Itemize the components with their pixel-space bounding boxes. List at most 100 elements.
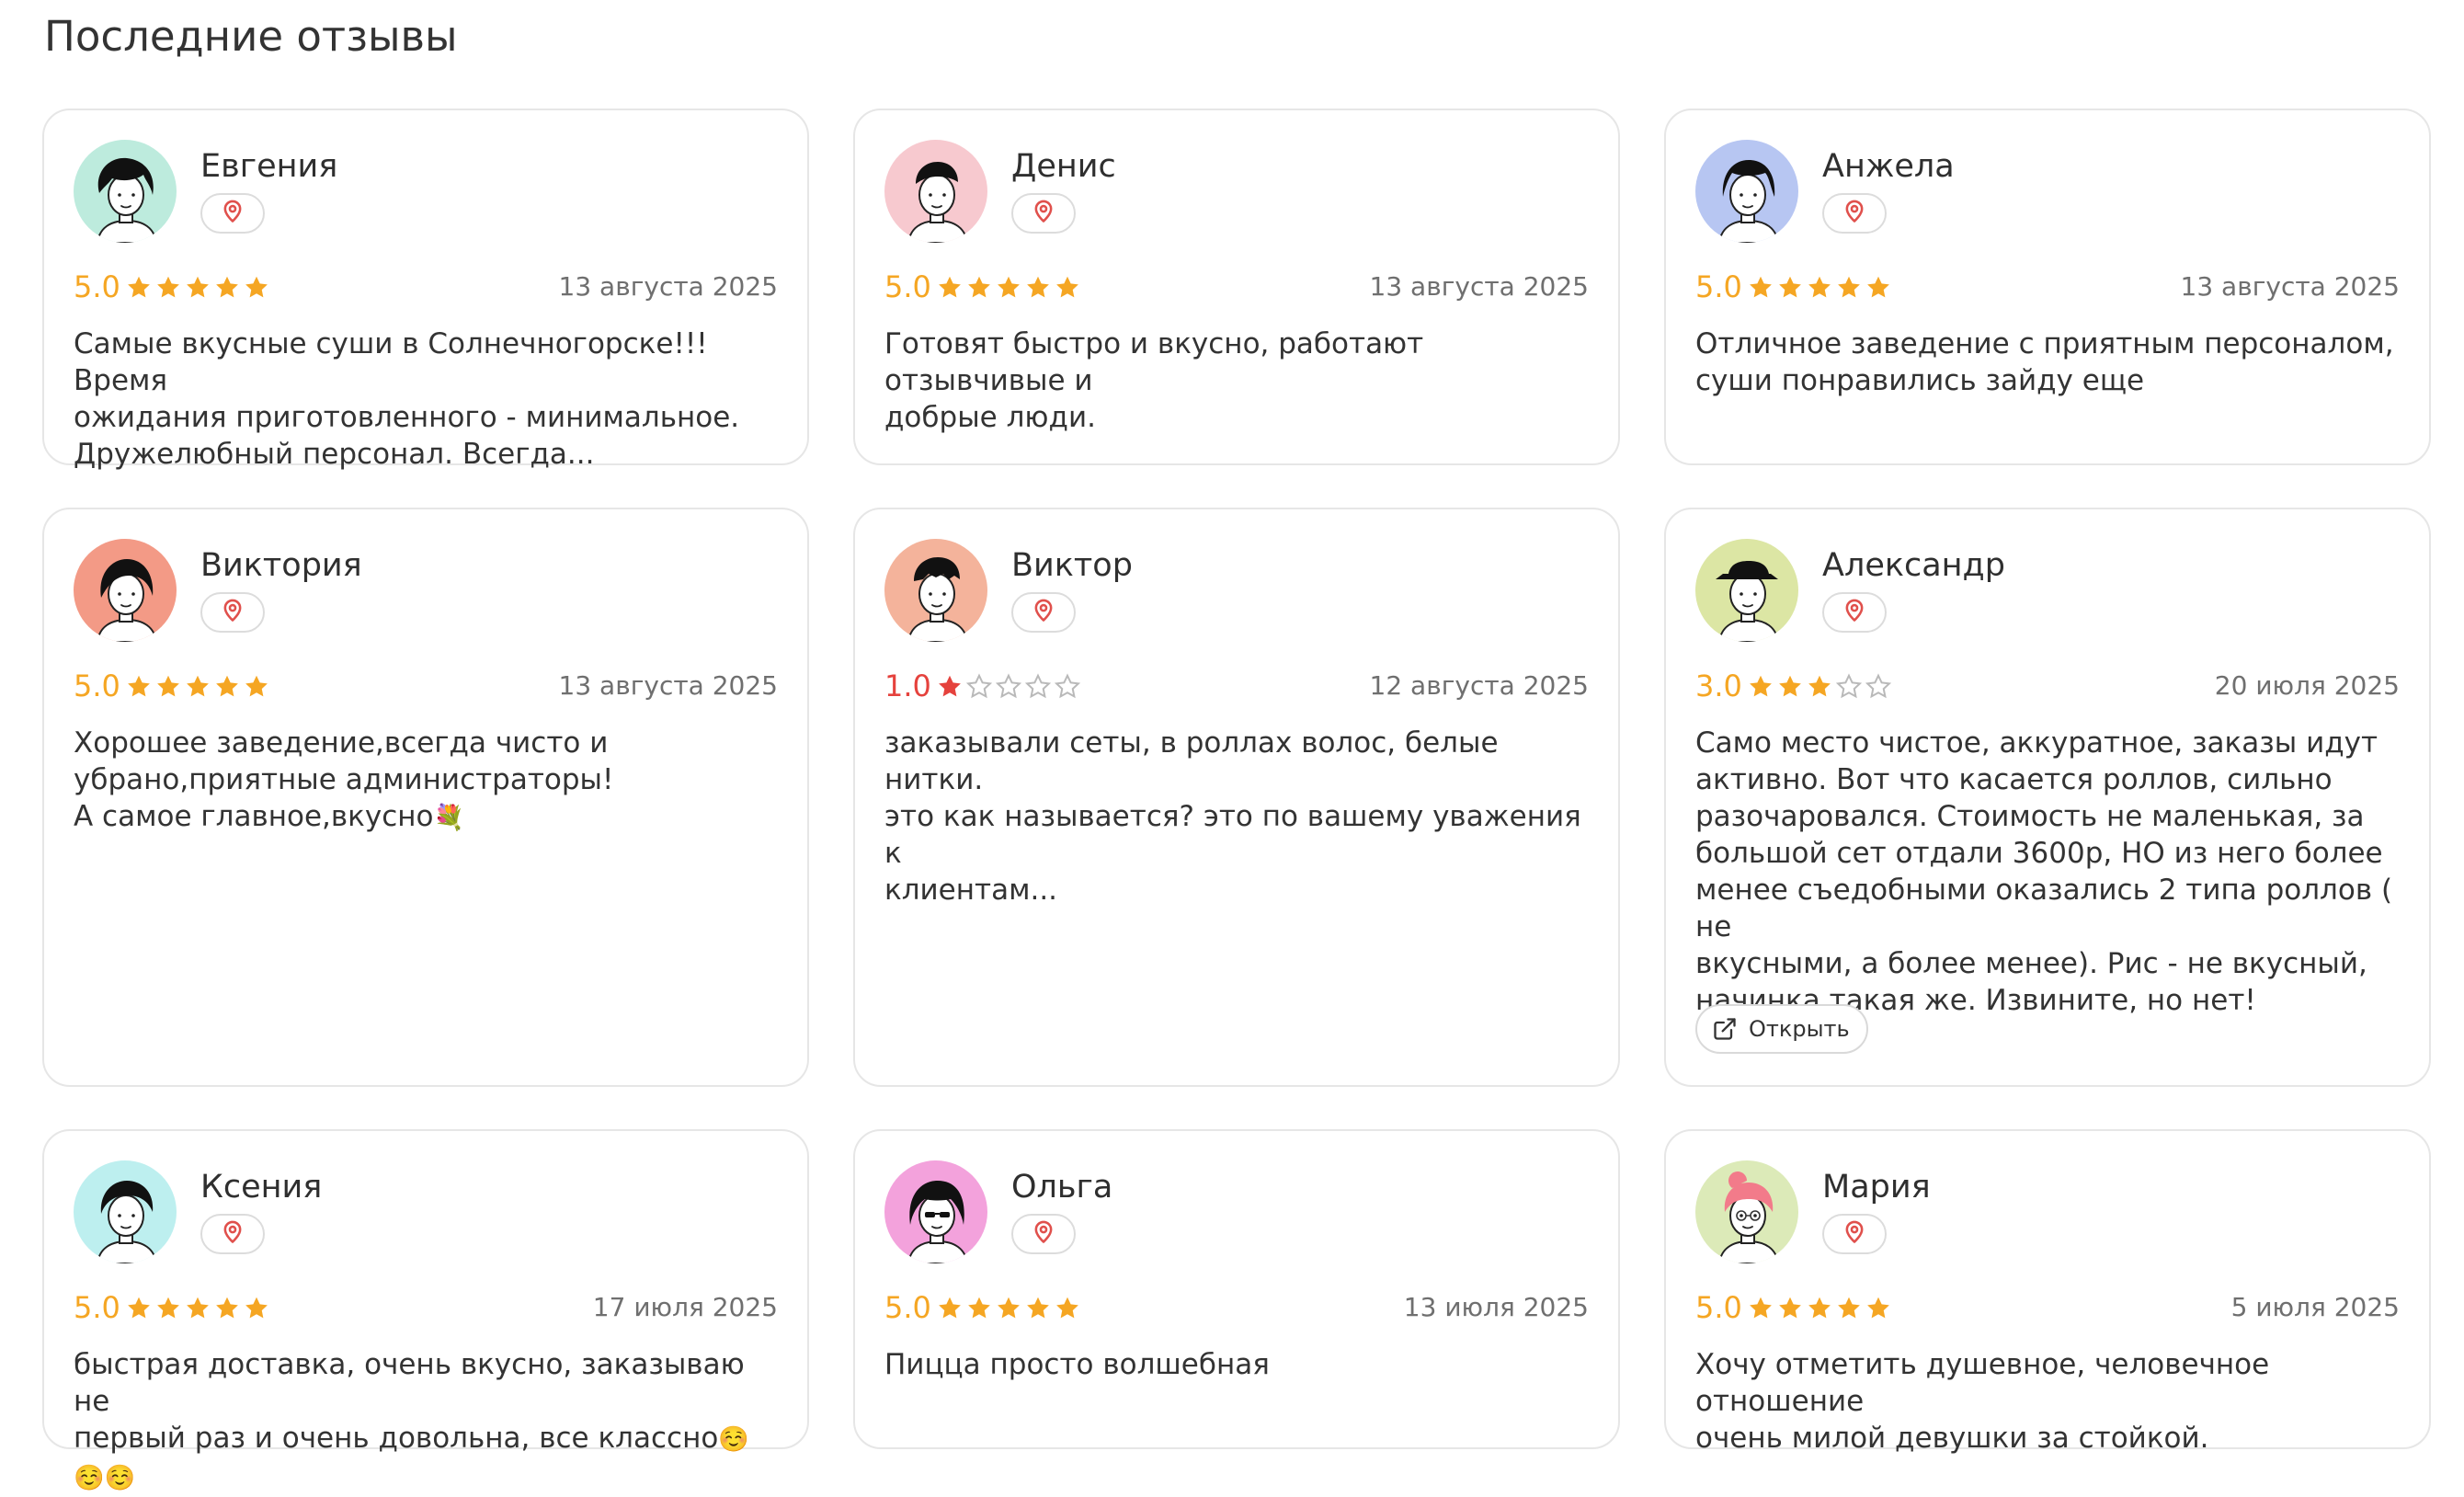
star-rating: [125, 274, 270, 302]
review-card: Мария 5.0 5 июля 2025 Хочу отметить душе…: [1664, 1129, 2431, 1455]
review-card: Виктория 5.0 13 августа 2025 Хорошее зав…: [42, 508, 809, 1087]
person-illustration-icon: [74, 140, 177, 243]
star-filled-icon: [998, 1297, 1020, 1319]
star-filled-icon: [128, 276, 150, 298]
location-button[interactable]: [1011, 592, 1076, 633]
avatar: [74, 140, 177, 243]
person-illustration-icon: [884, 1160, 987, 1263]
review-text: быстрая доставка, очень вкусно, заказыва…: [74, 1346, 778, 1497]
rating-value: 5.0: [884, 1290, 931, 1325]
avatar: [884, 140, 987, 243]
location-button[interactable]: [1822, 193, 1887, 234]
rating-value: 5.0: [1695, 269, 1742, 304]
star-filled-icon: [1056, 1297, 1078, 1319]
star-filled-icon: [1779, 1297, 1801, 1319]
location-button[interactable]: [1822, 1214, 1887, 1254]
review-card: Евгения 5.0 13 августа 2025 Самые вкусны…: [42, 109, 809, 471]
location-button[interactable]: [1822, 592, 1887, 633]
star-filled-icon: [998, 276, 1020, 298]
open-review-button[interactable]: Открыть: [1695, 1004, 1868, 1054]
star-empty-icon: [995, 673, 1022, 699]
rating-row: 5.0 13 августа 2025: [74, 666, 778, 706]
star-filled-icon: [216, 1297, 238, 1319]
star-filled-icon: [1808, 1297, 1831, 1319]
location-button[interactable]: [200, 193, 265, 234]
flower-bouquet-emoji: 💐: [433, 804, 465, 832]
rating-row: 5.0 13 июля 2025: [884, 1287, 1589, 1328]
rating-row: 5.0 5 июля 2025: [1695, 1287, 2400, 1328]
star-filled-icon: [157, 276, 179, 298]
star-filled-icon: [128, 1297, 150, 1319]
star-filled-icon: [187, 276, 209, 298]
star-filled-icon: [1779, 276, 1801, 298]
review-text: Хочу отметить душевное, человечное отнош…: [1695, 1348, 2270, 1455]
person-illustration-icon: [884, 539, 987, 642]
review-date: 12 августа 2025: [1369, 670, 1590, 701]
rating-row: 3.0 20 июля 2025: [1695, 666, 2400, 706]
star-rating: [936, 673, 1081, 701]
rating-row: 5.0 13 августа 2025: [884, 267, 1589, 307]
open-button-label: Открыть: [1749, 1016, 1850, 1042]
location-button[interactable]: [200, 592, 265, 633]
review-card: Анжела 5.0 13 августа 2025 Отличное заве…: [1664, 109, 2431, 465]
rating-row: 1.0 12 августа 2025: [884, 666, 1589, 706]
star-filled-icon: [1750, 1297, 1772, 1319]
star-filled-icon: [1867, 276, 1889, 298]
reviewer-name: Ксения: [200, 1169, 323, 1206]
star-filled-icon: [1750, 276, 1772, 298]
map-pin-icon: [1031, 1219, 1056, 1249]
location-button[interactable]: [1011, 193, 1076, 234]
review-card: Денис 5.0 13 августа 2025 Готовят быстро…: [853, 109, 1620, 465]
location-button[interactable]: [1011, 1214, 1076, 1254]
review-date: 5 июля 2025: [2230, 1292, 2400, 1322]
map-pin-icon: [220, 199, 245, 228]
map-pin-icon: [220, 1219, 245, 1249]
review-text: Готовят быстро и вкусно, работают отзывч…: [884, 327, 1424, 434]
location-button[interactable]: [200, 1214, 265, 1254]
reviewer-name: Александр: [1822, 547, 2005, 584]
star-filled-icon: [1867, 1297, 1889, 1319]
star-filled-icon: [1779, 675, 1801, 697]
rating-value: 1.0: [884, 669, 931, 703]
star-filled-icon: [1838, 276, 1860, 298]
reviewer-name: Анжела: [1822, 148, 1955, 185]
star-filled-icon: [1808, 675, 1831, 697]
star-rating: [1747, 673, 1892, 701]
rating-value: 5.0: [74, 1290, 120, 1325]
review-text: Само место чистое, аккуратное, заказы ид…: [1695, 726, 2393, 1017]
star-empty-icon: [1024, 673, 1052, 699]
star-filled-icon: [1056, 276, 1078, 298]
review-text: Пицца просто волшебная: [884, 1348, 1270, 1381]
review-card: Ольга 5.0 13 июля 2025 Пицца просто волш…: [853, 1129, 1620, 1449]
star-rating: [936, 1295, 1081, 1322]
person-illustration-icon: [74, 539, 177, 642]
map-pin-icon: [1842, 598, 1867, 627]
review-date: 13 июля 2025: [1403, 1292, 1589, 1322]
rating-value: 5.0: [74, 269, 120, 304]
review-date: 13 августа 2025: [2180, 271, 2401, 302]
review-text: Отличное заведение с приятным персоналом…: [1695, 327, 2394, 397]
avatar: [1695, 140, 1798, 243]
reviewer-name: Виктор: [1011, 547, 1133, 584]
star-filled-icon: [939, 1297, 961, 1319]
page-title: Последние отзывы: [44, 12, 458, 61]
avatar: [74, 1160, 177, 1263]
star-filled-icon: [968, 276, 990, 298]
rating-row: 5.0 13 августа 2025: [74, 267, 778, 307]
person-illustration-icon: [74, 1160, 177, 1263]
star-filled-icon: [1750, 675, 1772, 697]
reviewer-name: Виктория: [200, 547, 362, 584]
person-illustration-icon: [1695, 140, 1798, 243]
star-filled-icon: [1838, 1297, 1860, 1319]
map-pin-icon: [1842, 1219, 1867, 1249]
avatar: [884, 539, 987, 642]
map-pin-icon: [1842, 199, 1867, 228]
review-date: 13 августа 2025: [558, 271, 779, 302]
star-filled-icon: [1027, 1297, 1049, 1319]
star-filled-icon: [187, 1297, 209, 1319]
review-text: Хорошее заведение,всегда чисто и убрано,…: [74, 725, 778, 837]
star-empty-icon: [1865, 673, 1892, 699]
review-card: Александр 3.0 20 июля 2025 Само место чи…: [1664, 508, 2431, 1087]
star-rating: [936, 274, 1081, 302]
avatar: [74, 539, 177, 642]
